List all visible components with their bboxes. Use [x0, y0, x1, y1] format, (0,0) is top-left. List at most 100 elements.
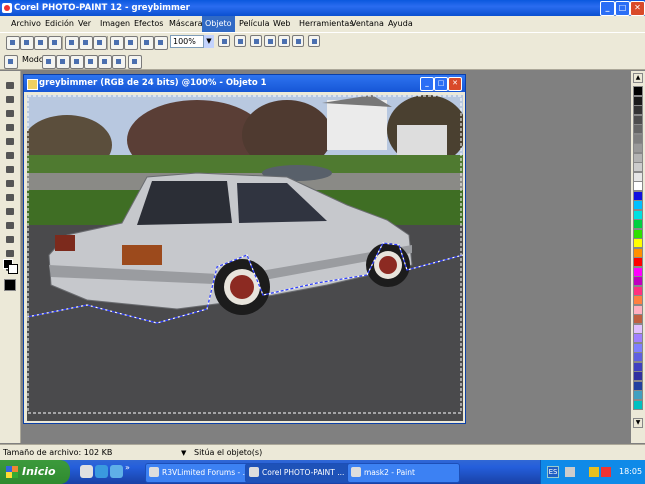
language-indicator[interactable]: ES: [547, 466, 559, 478]
menu-mascara[interactable]: Máscara: [166, 16, 205, 32]
pick-tool-icon[interactable]: [4, 80, 16, 91]
task-forums[interactable]: R3VLimited Forums - ...: [145, 463, 258, 483]
redeye-tool-icon[interactable]: [4, 164, 16, 175]
eyedropper-tool-icon[interactable]: [4, 136, 16, 147]
quicklaunch-expand-icon[interactable]: »: [125, 463, 130, 472]
text-tool-icon[interactable]: [308, 35, 320, 47]
palette-swatch[interactable]: [633, 105, 643, 115]
zoom-tool-icon[interactable]: [4, 122, 16, 133]
palette-swatch[interactable]: [633, 152, 643, 163]
palette-swatch[interactable]: [633, 295, 643, 305]
palette-swatch[interactable]: [633, 219, 643, 229]
document-window[interactable]: greybimmer (RGB de 24 bits) @100% - Obje…: [23, 74, 466, 424]
fill-tool-icon[interactable]: [4, 220, 16, 231]
export-icon[interactable]: [154, 36, 168, 50]
eraser-tool-icon[interactable]: [4, 150, 16, 161]
perspective-mode-icon[interactable]: [112, 55, 126, 69]
palette-swatch[interactable]: [633, 380, 643, 391]
palette-swatch[interactable]: [633, 86, 643, 96]
menu-efectos[interactable]: Efectos: [131, 16, 166, 32]
doc-maximize-button[interactable]: □: [434, 77, 448, 91]
rotate-mode-icon[interactable]: [56, 55, 70, 69]
media-quicklaunch-icon[interactable]: [110, 465, 123, 478]
menu-ver[interactable]: Ver: [75, 16, 94, 32]
palette-scroll-down-icon[interactable]: ▼: [633, 418, 643, 428]
skew-mode-icon[interactable]: [84, 55, 98, 69]
menu-objeto[interactable]: Objeto: [202, 16, 235, 32]
cut-icon[interactable]: [65, 36, 79, 50]
fill-color-swatch[interactable]: [4, 279, 16, 291]
paint-tool-icon[interactable]: [4, 234, 16, 245]
rectangle-tool-icon[interactable]: [4, 206, 16, 217]
maximize-button[interactable]: □: [615, 1, 630, 16]
menu-imagen[interactable]: Imagen: [97, 16, 133, 32]
palette-swatch[interactable]: [633, 333, 643, 343]
palette-swatch[interactable]: [633, 181, 643, 191]
document-title-bar[interactable]: greybimmer (RGB de 24 bits) @100% - Obje…: [24, 75, 465, 92]
palette-swatch[interactable]: [633, 361, 643, 372]
canvas-image[interactable]: [27, 95, 463, 421]
start-button[interactable]: Inicio: [0, 460, 70, 484]
menu-web[interactable]: Web: [270, 16, 293, 32]
palette-swatch[interactable]: [633, 133, 643, 144]
paste-icon[interactable]: [93, 36, 107, 50]
palette-swatch[interactable]: [633, 399, 643, 410]
crop-tool-icon[interactable]: [4, 108, 16, 119]
palette-swatch[interactable]: [633, 247, 643, 258]
open-file-icon[interactable]: [20, 36, 34, 50]
palette-swatch[interactable]: [633, 314, 643, 324]
palette-swatch[interactable]: [633, 209, 643, 220]
menu-ayuda[interactable]: Ayuda: [385, 16, 416, 32]
new-file-icon[interactable]: [6, 36, 20, 50]
palette-swatch[interactable]: [633, 371, 643, 381]
palette-swatch[interactable]: [633, 124, 643, 134]
print-icon[interactable]: [48, 36, 62, 50]
palette-swatch[interactable]: [633, 266, 643, 277]
palette-swatch[interactable]: [633, 323, 643, 334]
mask-red-icon[interactable]: [278, 35, 290, 47]
redo-icon[interactable]: [124, 36, 138, 50]
object-pick-icon[interactable]: [4, 55, 18, 69]
palette-swatch[interactable]: [633, 171, 643, 182]
menu-archivo[interactable]: Archivo: [8, 16, 44, 32]
menu-pelicula[interactable]: Película: [236, 16, 273, 32]
palette-swatch[interactable]: [633, 390, 643, 400]
undo-icon[interactable]: [110, 36, 124, 50]
palette-swatch[interactable]: [633, 200, 643, 210]
ie-quicklaunch-icon[interactable]: [95, 465, 108, 478]
minimize-button[interactable]: _: [600, 1, 615, 16]
palette-swatch[interactable]: [633, 285, 643, 296]
palette-swatch[interactable]: [633, 304, 643, 315]
menu-edicion[interactable]: Edición: [42, 16, 77, 32]
task-paint[interactable]: mask2 - Paint: [347, 463, 460, 483]
palette-swatch[interactable]: [633, 257, 643, 267]
mask-tool-icon[interactable]: [4, 94, 16, 105]
text-tool-icon[interactable]: [4, 178, 16, 189]
palette-swatch[interactable]: [633, 352, 643, 362]
mask-overlay-icon[interactable]: [264, 35, 276, 47]
task-corel[interactable]: Corel PHOTO-PAINT ...: [245, 463, 360, 483]
mask-marquee-icon[interactable]: [250, 35, 262, 47]
palette-swatch[interactable]: [633, 162, 643, 172]
alert-tray-icon[interactable]: [601, 467, 611, 477]
doc-minimize-button[interactable]: _: [420, 77, 434, 91]
copy-icon[interactable]: [79, 36, 93, 50]
palette-swatch[interactable]: [633, 228, 643, 239]
status-dropdown-icon[interactable]: ▼: [181, 445, 186, 461]
palette-scroll-up-icon[interactable]: ▲: [633, 73, 643, 83]
palette-swatch[interactable]: [633, 342, 643, 353]
palette-swatch[interactable]: [633, 95, 643, 106]
scale-mode-icon[interactable]: [70, 55, 84, 69]
palette-swatch[interactable]: [633, 114, 643, 125]
move-mode-icon[interactable]: [42, 55, 56, 69]
menu-ventana[interactable]: Ventana: [348, 16, 387, 32]
network-tray-icon[interactable]: [565, 467, 575, 477]
doc-close-button[interactable]: ✕: [448, 77, 462, 91]
palette-swatch[interactable]: [633, 190, 643, 201]
background-color-swatch[interactable]: [8, 264, 18, 274]
security-tray-icon[interactable]: [589, 467, 599, 477]
chevron-down-icon[interactable]: ▼: [203, 35, 214, 48]
close-button[interactable]: ✕: [630, 1, 645, 16]
clone-tool-icon[interactable]: [4, 192, 16, 203]
apply-transform-icon[interactable]: [128, 55, 142, 69]
